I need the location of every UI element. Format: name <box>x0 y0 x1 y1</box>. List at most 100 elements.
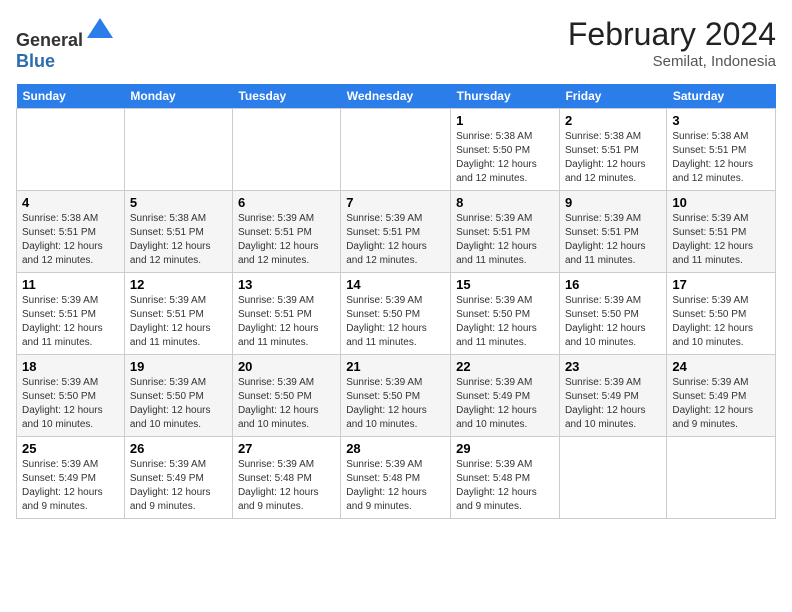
day-info: Sunrise: 5:39 AM Sunset: 5:50 PM Dayligh… <box>672 294 770 350</box>
day-info: Sunrise: 5:38 AM Sunset: 5:51 PM Dayligh… <box>672 130 770 186</box>
day-info: Sunrise: 5:39 AM Sunset: 5:51 PM Dayligh… <box>565 212 661 268</box>
calendar-cell: 12 Sunrise: 5:39 AM Sunset: 5:51 PM Dayli… <box>124 273 232 355</box>
day-info: Sunrise: 5:39 AM Sunset: 5:49 PM Dayligh… <box>565 376 661 432</box>
logo: General Blue <box>16 16 115 72</box>
logo-text: General Blue <box>16 16 115 72</box>
day-info: Sunrise: 5:39 AM Sunset: 5:50 PM Dayligh… <box>456 294 554 350</box>
calendar-cell: 1 Sunrise: 5:38 AM Sunset: 5:50 PM Daylig… <box>451 109 560 191</box>
day-info: Sunrise: 5:39 AM Sunset: 5:50 PM Dayligh… <box>565 294 661 350</box>
day-number: 20 <box>238 359 335 374</box>
header-day-friday: Friday <box>559 84 666 109</box>
day-info: Sunrise: 5:39 AM Sunset: 5:50 PM Dayligh… <box>130 376 227 432</box>
day-number: 15 <box>456 277 554 292</box>
page-subtitle: Semilat, Indonesia <box>568 53 776 70</box>
calendar-cell: 3 Sunrise: 5:38 AM Sunset: 5:51 PM Daylig… <box>667 109 776 191</box>
day-number: 29 <box>456 441 554 456</box>
week-row-4: 18 Sunrise: 5:39 AM Sunset: 5:50 PM Dayli… <box>17 355 776 437</box>
day-info: Sunrise: 5:39 AM Sunset: 5:48 PM Dayligh… <box>238 458 335 514</box>
day-number: 6 <box>238 195 335 210</box>
calendar-cell: 29 Sunrise: 5:39 AM Sunset: 5:48 PM Dayli… <box>451 437 560 519</box>
calendar-cell: 28 Sunrise: 5:39 AM Sunset: 5:48 PM Dayli… <box>341 437 451 519</box>
day-number: 21 <box>346 359 445 374</box>
calendar-cell: 20Sunrise: 5:39 AM Sunset: 5:50 PM Dayli… <box>232 355 340 437</box>
week-row-3: 11 Sunrise: 5:39 AM Sunset: 5:51 PM Dayli… <box>17 273 776 355</box>
day-number: 8 <box>456 195 554 210</box>
calendar-cell <box>17 109 125 191</box>
day-info: Sunrise: 5:39 AM Sunset: 5:49 PM Dayligh… <box>22 458 119 514</box>
calendar-table: SundayMondayTuesdayWednesdayThursdayFrid… <box>16 84 776 519</box>
calendar-cell: 7Sunrise: 5:39 AM Sunset: 5:51 PM Daylig… <box>341 191 451 273</box>
day-number: 28 <box>346 441 445 456</box>
header-day-saturday: Saturday <box>667 84 776 109</box>
day-info: Sunrise: 5:38 AM Sunset: 5:50 PM Dayligh… <box>456 130 554 186</box>
week-row-1: 1 Sunrise: 5:38 AM Sunset: 5:50 PM Daylig… <box>17 109 776 191</box>
calendar-cell: 13 Sunrise: 5:39 AM Sunset: 5:51 PM Dayli… <box>232 273 340 355</box>
day-number: 5 <box>130 195 227 210</box>
day-info: Sunrise: 5:39 AM Sunset: 5:51 PM Dayligh… <box>130 294 227 350</box>
week-row-2: 4Sunrise: 5:38 AM Sunset: 5:51 PM Daylig… <box>17 191 776 273</box>
day-info: Sunrise: 5:39 AM Sunset: 5:50 PM Dayligh… <box>22 376 119 432</box>
day-info: Sunrise: 5:39 AM Sunset: 5:51 PM Dayligh… <box>456 212 554 268</box>
calendar-cell: 25Sunrise: 5:39 AM Sunset: 5:49 PM Dayli… <box>17 437 125 519</box>
calendar-cell: 8 Sunrise: 5:39 AM Sunset: 5:51 PM Daylig… <box>451 191 560 273</box>
calendar-cell: 23Sunrise: 5:39 AM Sunset: 5:49 PM Dayli… <box>559 355 666 437</box>
calendar-cell <box>559 437 666 519</box>
calendar-cell: 11Sunrise: 5:39 AM Sunset: 5:51 PM Dayli… <box>17 273 125 355</box>
day-number: 26 <box>130 441 227 456</box>
header-day-sunday: Sunday <box>17 84 125 109</box>
day-number: 1 <box>456 113 554 128</box>
logo-general: General <box>16 30 83 50</box>
day-info: Sunrise: 5:39 AM Sunset: 5:48 PM Dayligh… <box>456 458 554 514</box>
calendar-cell: 15 Sunrise: 5:39 AM Sunset: 5:50 PM Dayli… <box>451 273 560 355</box>
day-info: Sunrise: 5:39 AM Sunset: 5:51 PM Dayligh… <box>672 212 770 268</box>
calendar-cell: 2 Sunrise: 5:38 AM Sunset: 5:51 PM Daylig… <box>559 109 666 191</box>
calendar-cell: 24 Sunrise: 5:39 AM Sunset: 5:49 PM Dayli… <box>667 355 776 437</box>
day-info: Sunrise: 5:39 AM Sunset: 5:50 PM Dayligh… <box>346 376 445 432</box>
title-block: February 2024 Semilat, Indonesia <box>568 16 776 70</box>
page-title: February 2024 <box>568 16 776 53</box>
day-info: Sunrise: 5:39 AM Sunset: 5:51 PM Dayligh… <box>238 212 335 268</box>
day-info: Sunrise: 5:39 AM Sunset: 5:49 PM Dayligh… <box>672 376 770 432</box>
calendar-cell: 4Sunrise: 5:38 AM Sunset: 5:51 PM Daylig… <box>17 191 125 273</box>
day-number: 9 <box>565 195 661 210</box>
header-day-tuesday: Tuesday <box>232 84 340 109</box>
page-header: General Blue February 2024 Semilat, Indo… <box>16 16 776 72</box>
day-number: 22 <box>456 359 554 374</box>
day-info: Sunrise: 5:38 AM Sunset: 5:51 PM Dayligh… <box>565 130 661 186</box>
day-number: 17 <box>672 277 770 292</box>
day-number: 10 <box>672 195 770 210</box>
day-number: 3 <box>672 113 770 128</box>
calendar-cell: 10 Sunrise: 5:39 AM Sunset: 5:51 PM Dayli… <box>667 191 776 273</box>
day-number: 12 <box>130 277 227 292</box>
calendar-cell: 9 Sunrise: 5:39 AM Sunset: 5:51 PM Daylig… <box>559 191 666 273</box>
calendar-cell <box>667 437 776 519</box>
day-number: 27 <box>238 441 335 456</box>
calendar-cell: 5 Sunrise: 5:38 AM Sunset: 5:51 PM Daylig… <box>124 191 232 273</box>
calendar-cell: 19 Sunrise: 5:39 AM Sunset: 5:50 PM Dayli… <box>124 355 232 437</box>
day-number: 18 <box>22 359 119 374</box>
day-number: 19 <box>130 359 227 374</box>
calendar-cell: 27 Sunrise: 5:39 AM Sunset: 5:48 PM Dayli… <box>232 437 340 519</box>
day-info: Sunrise: 5:39 AM Sunset: 5:51 PM Dayligh… <box>238 294 335 350</box>
day-number: 11 <box>22 277 119 292</box>
calendar-cell: 6 Sunrise: 5:39 AM Sunset: 5:51 PM Daylig… <box>232 191 340 273</box>
day-info: Sunrise: 5:38 AM Sunset: 5:51 PM Dayligh… <box>130 212 227 268</box>
calendar-cell: 17 Sunrise: 5:39 AM Sunset: 5:50 PM Dayli… <box>667 273 776 355</box>
day-number: 2 <box>565 113 661 128</box>
day-number: 24 <box>672 359 770 374</box>
day-info: Sunrise: 5:39 AM Sunset: 5:49 PM Dayligh… <box>456 376 554 432</box>
day-info: Sunrise: 5:39 AM Sunset: 5:48 PM Dayligh… <box>346 458 445 514</box>
day-number: 16 <box>565 277 661 292</box>
calendar-cell: 22 Sunrise: 5:39 AM Sunset: 5:49 PM Dayli… <box>451 355 560 437</box>
header-day-monday: Monday <box>124 84 232 109</box>
calendar-cell <box>341 109 451 191</box>
day-number: 13 <box>238 277 335 292</box>
calendar-cell: 18 Sunrise: 5:39 AM Sunset: 5:50 PM Dayli… <box>17 355 125 437</box>
day-info: Sunrise: 5:38 AM Sunset: 5:51 PM Dayligh… <box>22 212 119 268</box>
calendar-cell: 21 Sunrise: 5:39 AM Sunset: 5:50 PM Dayli… <box>341 355 451 437</box>
day-number: 14 <box>346 277 445 292</box>
day-info: Sunrise: 5:39 AM Sunset: 5:49 PM Dayligh… <box>130 458 227 514</box>
logo-icon <box>85 16 115 46</box>
day-info: Sunrise: 5:39 AM Sunset: 5:51 PM Dayligh… <box>346 212 445 268</box>
header-day-thursday: Thursday <box>451 84 560 109</box>
